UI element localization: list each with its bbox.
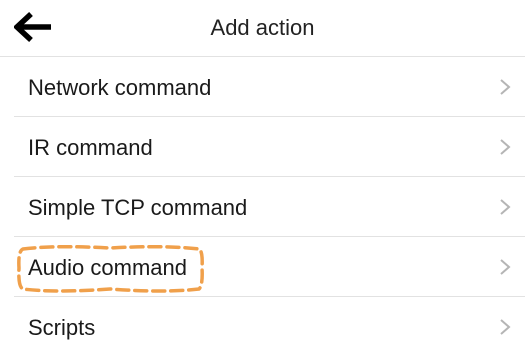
action-item-label: Audio command (28, 255, 187, 280)
page-title: Add action (210, 15, 315, 40)
chevron-right-icon (499, 258, 511, 276)
action-item-label: IR command (28, 135, 153, 160)
action-item-label: Simple TCP command (28, 195, 248, 220)
header-bar: Add action (0, 0, 525, 57)
action-item-scripts[interactable]: Scripts (14, 297, 525, 357)
action-item-ir-command[interactable]: IR command (14, 117, 525, 177)
action-item-label: Network command (28, 75, 212, 100)
action-item-network-command[interactable]: Network command (14, 57, 525, 117)
chevron-right-icon (499, 318, 511, 336)
action-list: Network command IR command Simple TCP co… (14, 57, 525, 357)
action-item-simple-tcp-command[interactable]: Simple TCP command (14, 177, 525, 237)
chevron-right-icon (499, 138, 511, 156)
chevron-right-icon (499, 198, 511, 216)
action-item-label: Scripts (28, 315, 96, 340)
action-item-audio-command[interactable]: Audio command (14, 237, 525, 297)
chevron-right-icon (499, 78, 511, 96)
